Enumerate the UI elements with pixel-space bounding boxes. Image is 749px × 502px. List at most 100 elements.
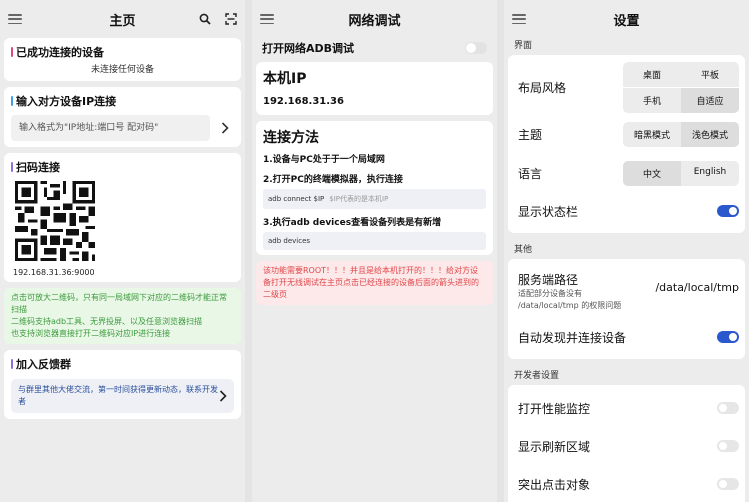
refresh-label: 显示刷新区域 bbox=[518, 439, 591, 454]
feedback-text: 与群里其他大佬交流，第一时间获得更新动态，联系开发者 bbox=[18, 385, 218, 406]
other-settings-card: 服务端路径 适配部分设备没有 /data/local/tmp 的权限问题 /da… bbox=[508, 259, 745, 359]
perf-label: 打开性能监控 bbox=[518, 401, 591, 416]
local-ip-card: 本机IP 192.168.31.36 bbox=[256, 62, 493, 115]
scan-connect-card: 扫码连接 192.168.31.36:9000 bbox=[4, 153, 241, 282]
dev-settings-card: 打开性能监控 显示刷新区域 突出点击对象 bbox=[508, 385, 745, 502]
layout-option-phone[interactable]: 手机 bbox=[623, 86, 681, 113]
statusbar-row: 显示状态栏 bbox=[508, 193, 745, 229]
local-ip-heading: 本机IP bbox=[263, 68, 486, 88]
adb-toggle-row: 打开网络ADB调试 bbox=[252, 38, 497, 62]
connect-method-title: 连接方法 bbox=[263, 130, 319, 146]
touch-label: 突出点击对象 bbox=[518, 477, 591, 492]
server-path-label: 服务端路径 bbox=[518, 272, 579, 287]
menu-icon[interactable] bbox=[8, 14, 22, 24]
adb-toggle[interactable] bbox=[465, 42, 487, 54]
scan-info-note: 点击可放大二维码，只有同一局域网下对应的二维码才能正常扫描 二维码支持adb工具… bbox=[4, 288, 241, 344]
language-option-chinese[interactable]: 中文 bbox=[623, 160, 681, 186]
scan-connect-title: 扫码连接 bbox=[16, 161, 60, 174]
theme-label: 主题 bbox=[518, 127, 543, 142]
menu-icon[interactable] bbox=[512, 14, 526, 24]
auto-connect-toggle[interactable] bbox=[717, 331, 739, 343]
refresh-toggle[interactable] bbox=[717, 440, 739, 452]
connected-devices-heading: 已成功连接的设备 bbox=[11, 44, 234, 60]
connect-arrow-button[interactable] bbox=[216, 115, 234, 141]
server-path-desc: 适配部分设备没有 /data/local/tmp 的权限问题 bbox=[518, 288, 622, 310]
theme-option-light[interactable]: 浅色模式 bbox=[681, 121, 739, 147]
step-3: 3.执行adb devices查看设备列表是有新增 bbox=[263, 218, 442, 228]
menu-icon[interactable] bbox=[260, 14, 274, 24]
local-ip-value: 192.168.31.36 bbox=[263, 96, 344, 107]
theme-option-dark[interactable]: 暗黑模式 bbox=[623, 122, 681, 147]
qr-address: 192.168.31.36:9000 bbox=[13, 268, 95, 277]
layout-option-tablet[interactable]: 平板 bbox=[681, 62, 739, 87]
ip-input[interactable] bbox=[11, 115, 210, 141]
adb-appbar: 网络调试 bbox=[252, 0, 497, 38]
chevron-right-icon bbox=[219, 390, 227, 402]
scan-icon[interactable] bbox=[225, 13, 237, 25]
adb-toggle-label: 打开网络ADB调试 bbox=[262, 42, 355, 55]
screens: 主页 已成功连接的设备 未连接任何设备 输入对方设备IP连接 扫码连接 bbox=[0, 0, 749, 502]
accent-bar bbox=[11, 359, 13, 369]
layout-option-desktop[interactable]: 桌面 bbox=[623, 62, 681, 87]
ui-settings-card: 布局风格 桌面 平板 手机 自适应 主题 暗黑模式 浅色模式 语言 中文 Eng… bbox=[508, 55, 745, 233]
layout-label: 布局风格 bbox=[518, 80, 567, 95]
language-row: 语言 中文 English bbox=[508, 153, 745, 193]
step-2: 2.打开PC的终端模拟器，执行连接 bbox=[263, 175, 403, 185]
page-title: 网络调试 bbox=[348, 13, 401, 29]
local-ip-title: 本机IP bbox=[263, 71, 307, 87]
feedback-title: 加入反馈群 bbox=[16, 358, 71, 371]
ip-connect-title: 输入对方设备IP连接 bbox=[16, 95, 117, 108]
language-label: 语言 bbox=[518, 166, 543, 181]
scan-connect-heading: 扫码连接 bbox=[11, 159, 234, 175]
server-path-value: /data/local/tmp bbox=[655, 280, 739, 294]
statusbar-label: 显示状态栏 bbox=[518, 204, 579, 219]
theme-selector: 暗黑模式 浅色模式 bbox=[623, 121, 739, 147]
settings-appbar: 设置 bbox=[504, 0, 749, 38]
home-screen: 主页 已成功连接的设备 未连接任何设备 输入对方设备IP连接 扫码连接 bbox=[0, 0, 245, 502]
group-ui-label: 界面 bbox=[514, 41, 533, 51]
devices-command[interactable]: adb devices bbox=[263, 232, 486, 250]
layout-row: 布局风格 桌面 平板 手机 自适应 bbox=[508, 59, 745, 115]
adb-screen: 网络调试 打开网络ADB调试 本机IP 192.168.31.36 连接方法 1… bbox=[252, 0, 497, 502]
group-dev-label: 开发者设置 bbox=[514, 371, 560, 381]
theme-row: 主题 暗黑模式 浅色模式 bbox=[508, 115, 745, 153]
home-appbar: 主页 bbox=[0, 0, 245, 38]
layout-selector: 桌面 平板 手机 自适应 bbox=[623, 61, 739, 113]
page-title: 设置 bbox=[613, 13, 640, 29]
group-other-label: 其他 bbox=[514, 245, 533, 255]
root-warning: 该功能需要ROOT！！！并且是给本机打开的！！！给对方设备打开无线调试在主页点击… bbox=[256, 261, 493, 305]
chevron-right-icon bbox=[221, 122, 229, 134]
connected-devices-title: 已成功连接的设备 bbox=[16, 46, 104, 59]
touch-toggle[interactable] bbox=[717, 478, 739, 490]
feedback-heading: 加入反馈群 bbox=[11, 356, 234, 372]
search-icon[interactable] bbox=[199, 13, 211, 25]
auto-connect-label: 自动发现并连接设备 bbox=[518, 330, 627, 345]
ip-connect-heading: 输入对方设备IP连接 bbox=[11, 93, 234, 109]
step-1: 1.设备与PC处于于一个局域网 bbox=[263, 155, 385, 165]
server-path-row[interactable]: 服务端路径 适配部分设备没有 /data/local/tmp 的权限问题 /da… bbox=[508, 263, 745, 319]
feedback-card: 加入反馈群 与群里其他大佬交流，第一时间获得更新动态，联系开发者 bbox=[4, 350, 241, 419]
perf-row: 打开性能监控 bbox=[508, 389, 745, 427]
accent-bar bbox=[11, 47, 13, 57]
connect-command-text: adb connect $IP bbox=[268, 195, 325, 203]
no-device-text: 未连接任何设备 bbox=[90, 65, 154, 75]
statusbar-toggle[interactable] bbox=[717, 205, 739, 217]
join-group-button[interactable]: 与群里其他大佬交流，第一时间获得更新动态，联系开发者 bbox=[11, 379, 234, 413]
language-option-english[interactable]: English bbox=[681, 161, 739, 186]
language-selector: 中文 English bbox=[623, 160, 739, 186]
auto-connect-row: 自动发现并连接设备 bbox=[508, 319, 745, 355]
connect-command[interactable]: adb connect $IP $IP代表的是本机IP bbox=[263, 189, 486, 209]
settings-screen: 设置 界面 布局风格 桌面 平板 手机 自适应 主题 暗黑模式 浅色模式 语言 … bbox=[504, 0, 749, 502]
perf-toggle[interactable] bbox=[717, 402, 739, 414]
accent-bar bbox=[11, 162, 13, 172]
accent-bar bbox=[11, 96, 13, 106]
connect-method-card: 连接方法 1.设备与PC处于于一个局域网 2.打开PC的终端模拟器，执行连接 a… bbox=[256, 121, 493, 255]
qr-code[interactable] bbox=[15, 181, 95, 261]
refresh-row: 显示刷新区域 bbox=[508, 427, 745, 465]
layout-option-adaptive[interactable]: 自适应 bbox=[681, 86, 739, 113]
connect-method-heading: 连接方法 bbox=[263, 127, 486, 147]
connect-command-hint: $IP代表的是本机IP bbox=[329, 195, 389, 203]
ip-connect-card: 输入对方设备IP连接 bbox=[4, 87, 241, 147]
touch-row: 突出点击对象 bbox=[508, 465, 745, 502]
connected-devices-card: 已成功连接的设备 未连接任何设备 bbox=[4, 38, 241, 81]
